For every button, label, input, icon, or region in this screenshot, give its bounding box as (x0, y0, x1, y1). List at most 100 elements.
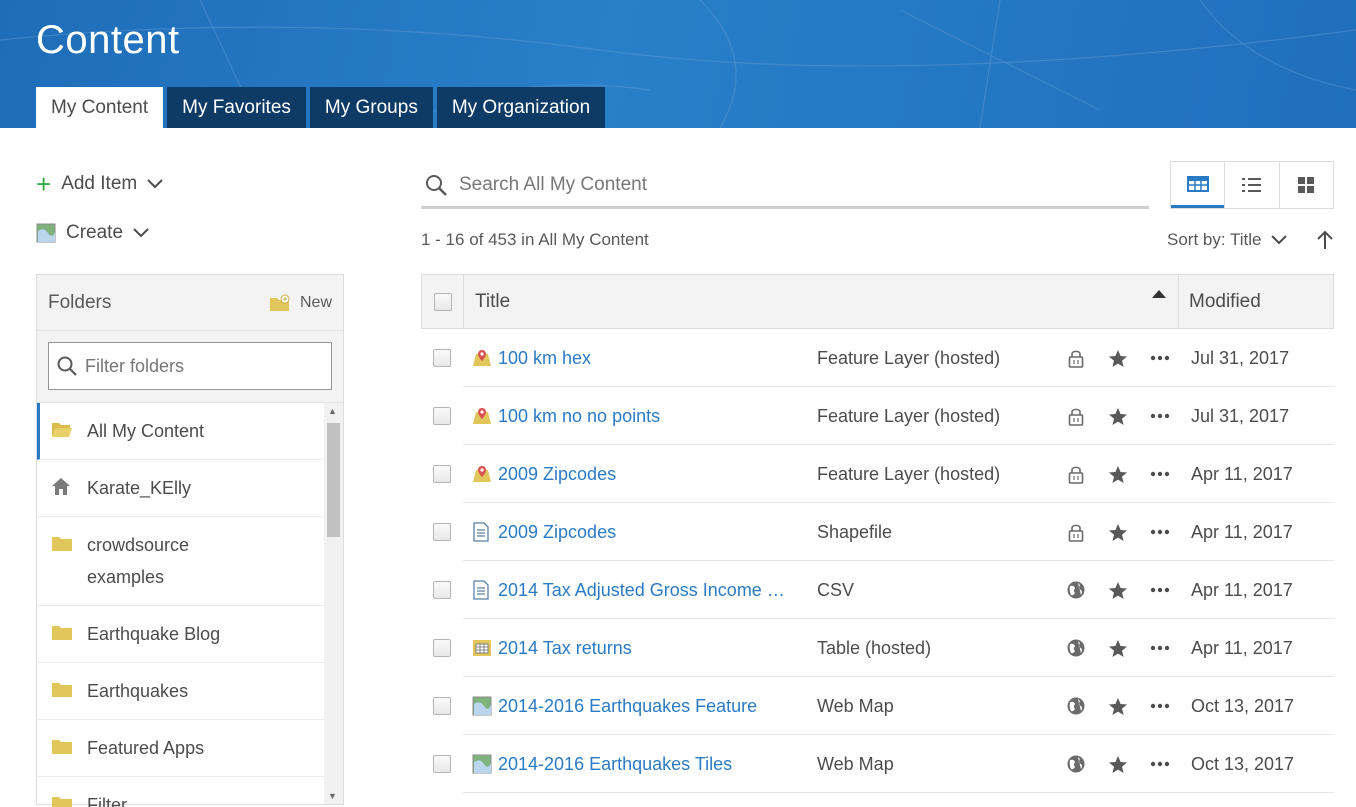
row-checkbox[interactable] (433, 697, 451, 715)
grid-view-button[interactable] (1278, 162, 1333, 208)
row-checkbox[interactable] (433, 581, 451, 599)
scroll-up-arrow-icon[interactable]: ▲ (328, 406, 337, 416)
tab-my-groups[interactable]: My Groups (309, 87, 433, 128)
sort-dropdown[interactable]: Sort by: Title (1167, 230, 1288, 250)
row-checkbox[interactable] (433, 349, 451, 367)
folder-item-karate-kelly[interactable]: Karate_KElly (37, 460, 325, 517)
more-options-button[interactable] (1139, 645, 1181, 651)
private-lock-icon (1068, 350, 1084, 368)
favorite-button[interactable] (1097, 639, 1139, 658)
row-checkbox[interactable] (433, 407, 451, 425)
private-lock-sharing-button[interactable] (1055, 464, 1097, 484)
folder-item-all-my-content[interactable]: All My Content (37, 403, 325, 460)
private-lock-sharing-button[interactable] (1055, 406, 1097, 426)
favorite-button[interactable] (1097, 523, 1139, 542)
public-globe-sharing-button[interactable] (1055, 696, 1097, 716)
folder-item-filter[interactable]: Filter (37, 777, 325, 807)
search-input[interactable] (459, 173, 1059, 196)
item-type: CSV (817, 579, 855, 600)
select-all-checkbox[interactable] (433, 292, 452, 311)
more-options-button[interactable] (1139, 355, 1181, 361)
add-item-button[interactable]: + Add Item (36, 171, 163, 197)
private-lock-icon (1068, 466, 1084, 484)
public-globe-sharing-button[interactable] (1055, 754, 1097, 774)
favorite-button[interactable] (1097, 349, 1139, 368)
sort-ascending-caret-icon (1152, 290, 1166, 298)
row-checkbox[interactable] (433, 755, 451, 773)
more-dots-icon (1150, 355, 1170, 361)
column-title-label: Title (475, 290, 511, 312)
scroll-down-arrow-icon[interactable]: ▼ (328, 791, 337, 801)
item-type: Web Map (817, 695, 894, 716)
more-options-button[interactable] (1139, 413, 1181, 419)
folder-item-featured-apps[interactable]: Featured Apps (37, 720, 325, 777)
item-title-link[interactable]: 100 km no no points (463, 406, 817, 427)
web-map-icon (472, 754, 494, 774)
web-map-icon (472, 696, 494, 716)
item-type: Table (hosted) (817, 637, 932, 658)
folders-title: Folders (48, 291, 112, 313)
chevron-down-icon (147, 179, 163, 189)
create-button[interactable]: Create (36, 222, 149, 244)
page-title: Content (36, 18, 180, 62)
item-title: 2014 Tax Adjusted Gross Income … (498, 579, 785, 600)
view-toggle (1170, 161, 1334, 209)
more-options-button[interactable] (1139, 761, 1181, 767)
scroll-thumb[interactable] (327, 423, 340, 537)
public-globe-sharing-button[interactable] (1055, 638, 1097, 658)
more-options-button[interactable] (1139, 529, 1181, 535)
sort-direction-button[interactable] (1316, 230, 1334, 255)
row-checkbox[interactable] (433, 639, 451, 657)
tab-my-favorites[interactable]: My Favorites (167, 87, 306, 128)
header-banner: Content My Content My Favorites My Group… (0, 0, 1356, 128)
tab-my-organization[interactable]: My Organization (436, 87, 606, 128)
more-dots-icon (1150, 587, 1170, 593)
list-view-button[interactable] (1224, 162, 1278, 208)
private-lock-icon (1068, 408, 1084, 426)
item-title-link[interactable]: 2014 Tax Adjusted Gross Income … (463, 580, 817, 601)
folder-icon (51, 618, 73, 646)
new-folder-button[interactable]: New (269, 294, 332, 312)
item-title-link[interactable]: 100 km hex (463, 348, 817, 369)
row-checkbox[interactable] (433, 523, 451, 541)
folder-icon (51, 732, 73, 760)
tab-my-content[interactable]: My Content (36, 87, 164, 128)
public-globe-icon (1067, 755, 1085, 773)
favorite-button[interactable] (1097, 697, 1139, 716)
more-options-button[interactable] (1139, 587, 1181, 593)
add-item-label: Add Item (61, 173, 138, 194)
table-row: 2014 Tax returns Table (hosted) Apr 11, … (421, 619, 1334, 677)
more-options-button[interactable] (1139, 703, 1181, 709)
private-lock-sharing-button[interactable] (1055, 348, 1097, 368)
item-title-link[interactable]: 2014 Tax returns (463, 638, 817, 659)
table-body: 100 km hex Feature Layer (hosted) Jul 31… (421, 329, 1334, 793)
item-modified-date: Apr 11, 2017 (1191, 579, 1293, 600)
item-title-link[interactable]: 2009 Zipcodes (463, 464, 817, 485)
item-title-link[interactable]: 2009 Zipcodes (463, 522, 817, 543)
folder-item-crowdsource-examples[interactable]: crowdsource examples (37, 517, 325, 606)
item-type: Web Map (817, 753, 894, 774)
item-title: 100 km hex (498, 347, 592, 368)
private-lock-sharing-button[interactable] (1055, 522, 1097, 542)
column-header-modified[interactable]: Modified (1179, 291, 1333, 313)
row-checkbox[interactable] (433, 465, 451, 483)
table-icon (472, 639, 494, 657)
item-title-link[interactable]: 2014-2016 Earthquakes Feature (463, 696, 817, 717)
folder-item-earthquakes[interactable]: Earthquakes (37, 663, 325, 720)
filter-folders-input[interactable] (85, 355, 315, 377)
favorite-button[interactable] (1097, 755, 1139, 774)
filter-wrap (37, 331, 343, 403)
column-header-title[interactable]: Title (464, 275, 1179, 328)
folder-item-earthquake-blog[interactable]: Earthquake Blog (37, 606, 325, 663)
favorite-button[interactable] (1097, 465, 1139, 484)
public-globe-sharing-button[interactable] (1055, 580, 1097, 600)
folder-icon (51, 675, 73, 703)
favorite-button[interactable] (1097, 581, 1139, 600)
favorite-button[interactable] (1097, 407, 1139, 426)
item-type: Shapefile (817, 521, 893, 542)
table-view-button[interactable] (1171, 162, 1225, 208)
chevron-down-icon (133, 228, 149, 238)
more-options-button[interactable] (1139, 471, 1181, 477)
item-title-link[interactable]: 2014-2016 Earthquakes Tiles (463, 754, 817, 775)
folder-scrollbar[interactable]: ▲ ▼ (324, 403, 343, 804)
